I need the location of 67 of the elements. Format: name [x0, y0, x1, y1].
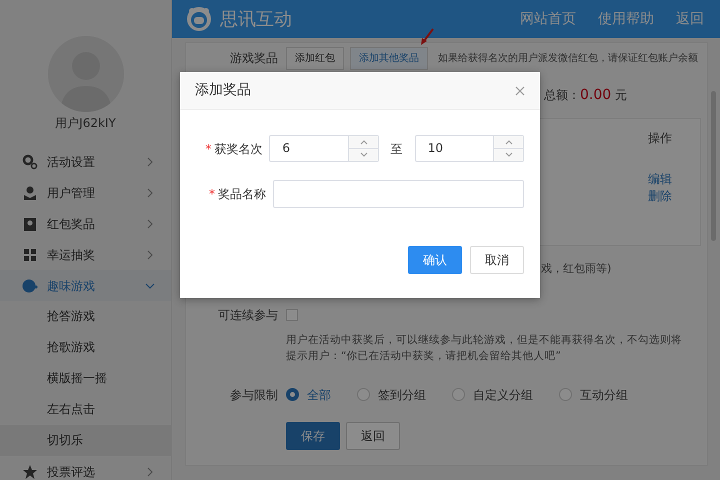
radio-label: 全部: [307, 386, 331, 404]
chevron-down-icon: [145, 280, 155, 290]
action-link[interactable]: 删除: [648, 188, 672, 205]
user-icon: [22, 184, 38, 200]
description-text: 用户在活动中获奖后，可以继续参与此轮游戏，但是不能再获得名次，不勾选则将提示用户：“你已在活动中获奖，请把机会留给其他人吧”: [286, 332, 683, 364]
save-button[interactable]: 保存: [286, 422, 340, 450]
grid-icon: [22, 246, 38, 262]
required-mark: *: [205, 140, 212, 158]
radio-button[interactable]: [286, 388, 299, 401]
field-label: 获奖名次: [214, 140, 262, 158]
sidebar-subitem[interactable]: 抢歌游戏: [0, 332, 171, 363]
sidebar-item[interactable]: 活动设置: [0, 146, 171, 177]
bear-logo-icon: [186, 6, 212, 32]
range-separator: 至: [390, 140, 403, 158]
chevron-right-icon: [145, 250, 155, 260]
field-label: 游戏奖品: [229, 50, 279, 67]
tab[interactable]: 添加其他奖品: [350, 46, 428, 70]
field-label: 可连续参与: [217, 306, 279, 324]
nav-link[interactable]: 返回: [676, 8, 704, 30]
chevron-right-icon: [145, 188, 155, 198]
chevron-right-icon: [145, 156, 155, 166]
required-mark: *: [209, 186, 215, 203]
nav-link[interactable]: 使用帮助: [598, 8, 654, 30]
envelope-icon: [22, 216, 38, 232]
number-field[interactable]: 6: [269, 135, 379, 162]
sidebar-subitem[interactable]: 横版摇一摇: [0, 363, 171, 394]
action-link[interactable]: 编辑: [648, 171, 672, 188]
back-button[interactable]: 返回: [346, 422, 400, 450]
chevron-right-icon: [145, 218, 155, 228]
sidebar-subitem[interactable]: 抢答游戏: [0, 301, 171, 332]
number-field[interactable]: 10: [414, 135, 524, 162]
pointer-arrow: [420, 28, 434, 46]
radio-button[interactable]: [559, 388, 572, 401]
total-label: 总额：: [544, 88, 580, 102]
sidebar-item[interactable]: 用户管理: [0, 177, 171, 208]
nav-link[interactable]: 网站首页: [520, 8, 576, 30]
field-label: 奖品名称: [218, 186, 266, 203]
confirm-button[interactable]: 确认: [408, 246, 462, 274]
chevron-right-icon: [145, 466, 155, 476]
radio-label: 自定义分组: [473, 386, 533, 404]
checkbox[interactable]: [286, 308, 298, 320]
sidebar-subitem[interactable]: 左右点击: [0, 394, 171, 425]
sidebar-item[interactable]: 投票评选: [0, 456, 171, 480]
username: 用户J62kIY: [54, 115, 117, 132]
dialog-title: 添加奖品: [195, 81, 251, 100]
close-icon[interactable]: [515, 86, 525, 96]
column-header: 操作: [648, 130, 672, 147]
sidebar-item[interactable]: 幸运抽奖: [0, 239, 171, 270]
note-text: 戏，红包雨等): [541, 261, 612, 277]
gear-icon: [22, 154, 38, 170]
notice-text: 如果给获得名次的用户派发微信红包，请保证红包账户余额: [438, 52, 698, 66]
logo-text: 思讯互动: [220, 8, 292, 32]
game-icon: [22, 278, 38, 294]
sidebar-item[interactable]: 趣味游戏: [0, 270, 171, 301]
total-value: 0.00: [580, 87, 612, 103]
radio-label: 互动分组: [580, 386, 628, 404]
star-icon: [22, 464, 38, 480]
tab[interactable]: 添加红包: [286, 46, 344, 70]
radio-button[interactable]: [452, 388, 465, 401]
cancel-button[interactable]: 取消: [470, 246, 524, 274]
sidebar-item[interactable]: 红包奖品: [0, 208, 171, 239]
input-field[interactable]: [273, 180, 524, 208]
radio-button[interactable]: [357, 388, 370, 401]
sidebar-subitem[interactable]: 切切乐: [0, 425, 171, 456]
total-unit: 元: [614, 88, 627, 102]
radio-label: 签到分组: [378, 386, 426, 404]
field-label: 参与限制: [229, 386, 279, 404]
